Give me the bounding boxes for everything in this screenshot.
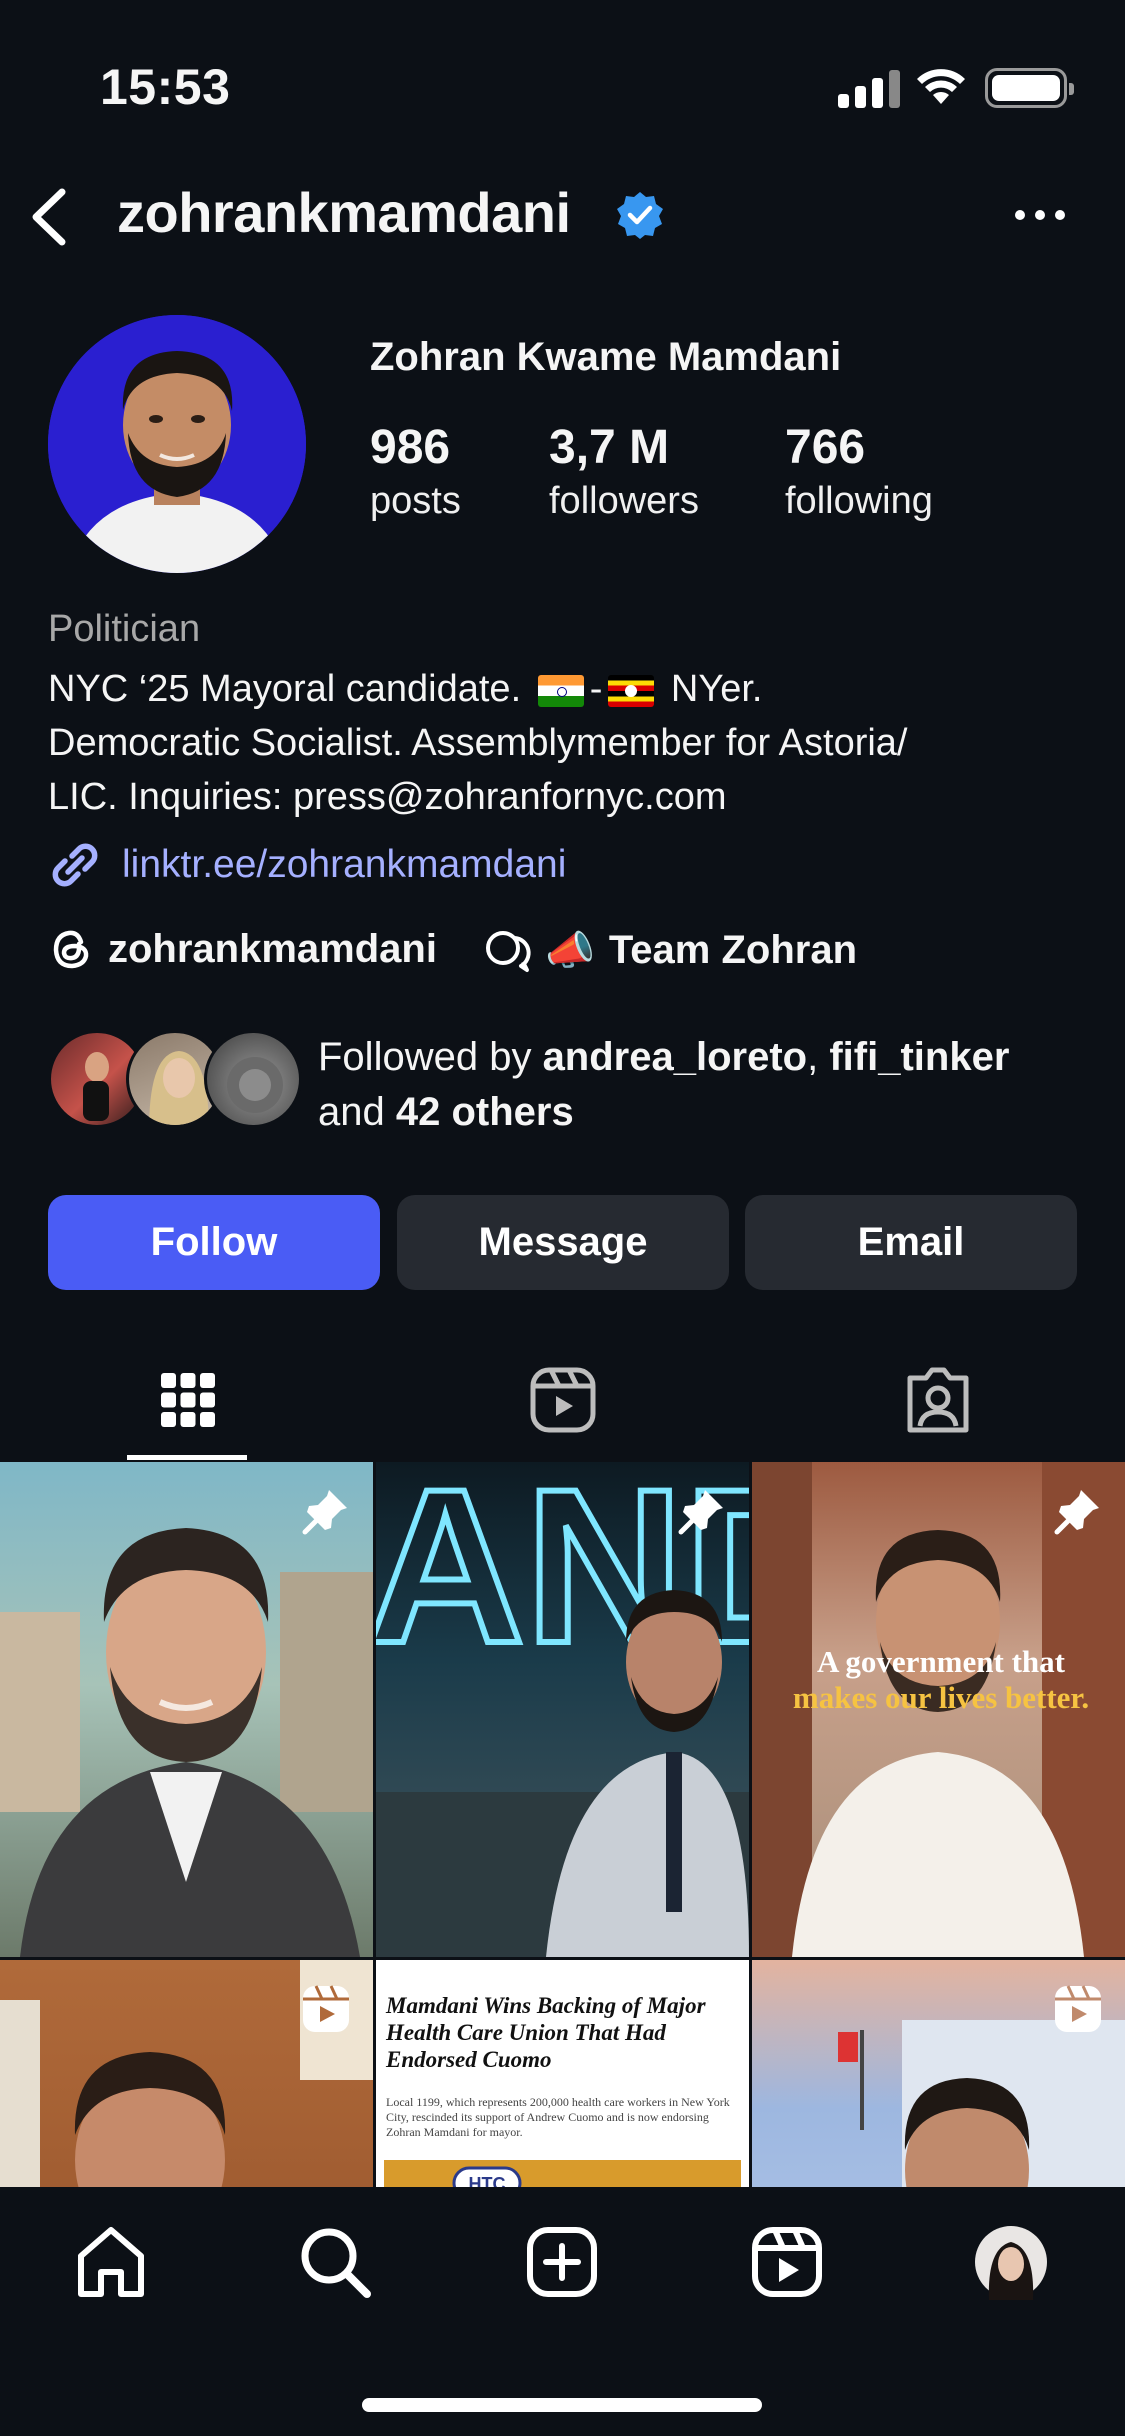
post-tile[interactable] (0, 1960, 373, 2187)
followed-by-separator: , (807, 1035, 819, 1079)
profile-avatar[interactable] (48, 315, 306, 573)
following-count-label: following (785, 480, 933, 522)
nav-profile[interactable] (966, 2217, 1056, 2307)
bio-line-2: Democratic Socialist. Assemblymember for… (48, 722, 908, 764)
mutual-avatar-3 (204, 1030, 302, 1128)
india-flag-icon (537, 674, 584, 707)
reels-icon (530, 1367, 595, 1433)
broadcast-channel-icon (486, 931, 531, 972)
post-tile[interactable]: A government that makes our lives better… (752, 1462, 1125, 1957)
link-icon (52, 843, 98, 887)
threads-badge[interactable]: zohrankmamdani (48, 926, 437, 972)
news-logo: HTC (469, 2174, 506, 2187)
bio-dash: - (589, 668, 603, 710)
post-tile[interactable] (752, 1960, 1125, 2187)
mutual-follower-2[interactable]: fifi_tinker (829, 1035, 1009, 1079)
bio-text: NYer. (670, 668, 763, 710)
status-bar: 15:53 (0, 0, 1125, 150)
battery-icon (985, 68, 1074, 108)
profile-link[interactable]: linktr.ee/zohrankmamdani (48, 838, 566, 892)
uganda-flag-icon (608, 674, 655, 707)
followed-by-and: and (318, 1090, 385, 1134)
follow-button[interactable]: Follow (48, 1195, 380, 1290)
pinned-icon (678, 1490, 723, 1535)
create-post-icon (527, 2227, 597, 2297)
more-options-icon[interactable] (1012, 200, 1068, 230)
back-arrow-icon[interactable] (22, 182, 82, 252)
mutual-followers-avatars[interactable] (48, 1030, 302, 1130)
profile-full-name: Zohran Kwame Mamdani (370, 335, 842, 379)
news-photo: HTC (384, 2160, 741, 2187)
followers-count-value: 3,7 M (549, 421, 670, 474)
email-button[interactable]: Email (745, 1195, 1077, 1290)
megaphone-icon: 📣 (545, 928, 595, 973)
mutual-followers-others[interactable]: 42 others (396, 1090, 574, 1134)
nav-reels[interactable] (742, 2217, 832, 2307)
verified-badge-icon (617, 192, 663, 239)
pinned-icon (302, 1490, 347, 1535)
post-caption-line-2: makes our lives better. (792, 1680, 1090, 1715)
channel-name: Team Zohran (608, 927, 857, 972)
bio-line-3: LIC. Inquiries: press@zohranfornyc.com (48, 776, 727, 818)
post-caption-line-1: A government that (817, 1644, 1065, 1679)
following-count[interactable]: 766 following (785, 420, 933, 526)
posts-grid: AND A government that makes our lives be… (0, 1462, 1125, 2187)
posts-count-label: posts (370, 480, 461, 522)
followed-by-prefix: Followed by (318, 1035, 532, 1079)
post-tile[interactable] (0, 1462, 373, 1957)
profile-link-text[interactable]: linktr.ee/zohrankmamdani (122, 843, 566, 887)
profile-tabs (0, 1340, 1125, 1460)
profile-username: zohrankmamdani (117, 181, 571, 244)
pinned-icon (1054, 1490, 1099, 1535)
grid-icon (160, 1373, 215, 1427)
threads-icon (53, 930, 89, 969)
profile-bio: NYC ‘25 Mayoral candidate. - NYer. Democ… (48, 662, 1078, 824)
channel-badge[interactable]: 📣 Team Zohran (483, 926, 857, 974)
news-headline: Mamdani Wins Backing of Major Health Car… (386, 1993, 706, 2072)
cellular-signal-icon (838, 70, 900, 108)
tagged-icon (907, 1367, 968, 1433)
wifi-icon (917, 69, 965, 104)
followers-count[interactable]: 3,7 M followers (549, 420, 699, 526)
profile-category: Politician (48, 608, 201, 650)
search-icon (301, 2228, 371, 2298)
post-tile[interactable]: Mamdani Wins Backing of Major Health Car… (376, 1960, 749, 2187)
nav-create[interactable] (517, 2217, 607, 2307)
news-subtext: Local 1199, which represents 200,000 hea… (386, 2095, 730, 2139)
post-tile[interactable]: AND (376, 1462, 749, 1957)
reel-icon (303, 1985, 349, 2032)
nav-search[interactable] (290, 2217, 380, 2307)
posts-count[interactable]: 986 posts (370, 420, 461, 526)
following-count-value: 766 (785, 421, 866, 474)
followers-count-label: followers (549, 480, 699, 522)
home-icon (78, 2227, 144, 2297)
mutual-followers-text[interactable]: Followed by andrea_loreto, fifi_tinker a… (318, 1030, 1098, 1140)
mutual-follower-1[interactable]: andrea_loreto (543, 1035, 808, 1079)
tab-reels[interactable] (375, 1340, 750, 1460)
tab-tagged[interactable] (750, 1340, 1125, 1460)
reel-icon (1055, 1985, 1101, 2032)
nav-home[interactable] (66, 2217, 156, 2307)
message-button[interactable]: Message (397, 1195, 729, 1290)
reels-nav-icon (752, 2227, 822, 2297)
bio-text: NYC ‘25 Mayoral candidate. (48, 668, 522, 710)
home-indicator[interactable] (362, 2398, 762, 2412)
posts-count-value: 986 (370, 421, 451, 474)
bio-line-1: NYC ‘25 Mayoral candidate. - NYer. (48, 662, 1078, 716)
threads-handle: zohrankmamdani (108, 926, 437, 971)
tab-grid[interactable] (0, 1340, 375, 1460)
profile-avatar-icon (975, 2226, 1047, 2300)
status-time: 15:53 (100, 59, 231, 115)
